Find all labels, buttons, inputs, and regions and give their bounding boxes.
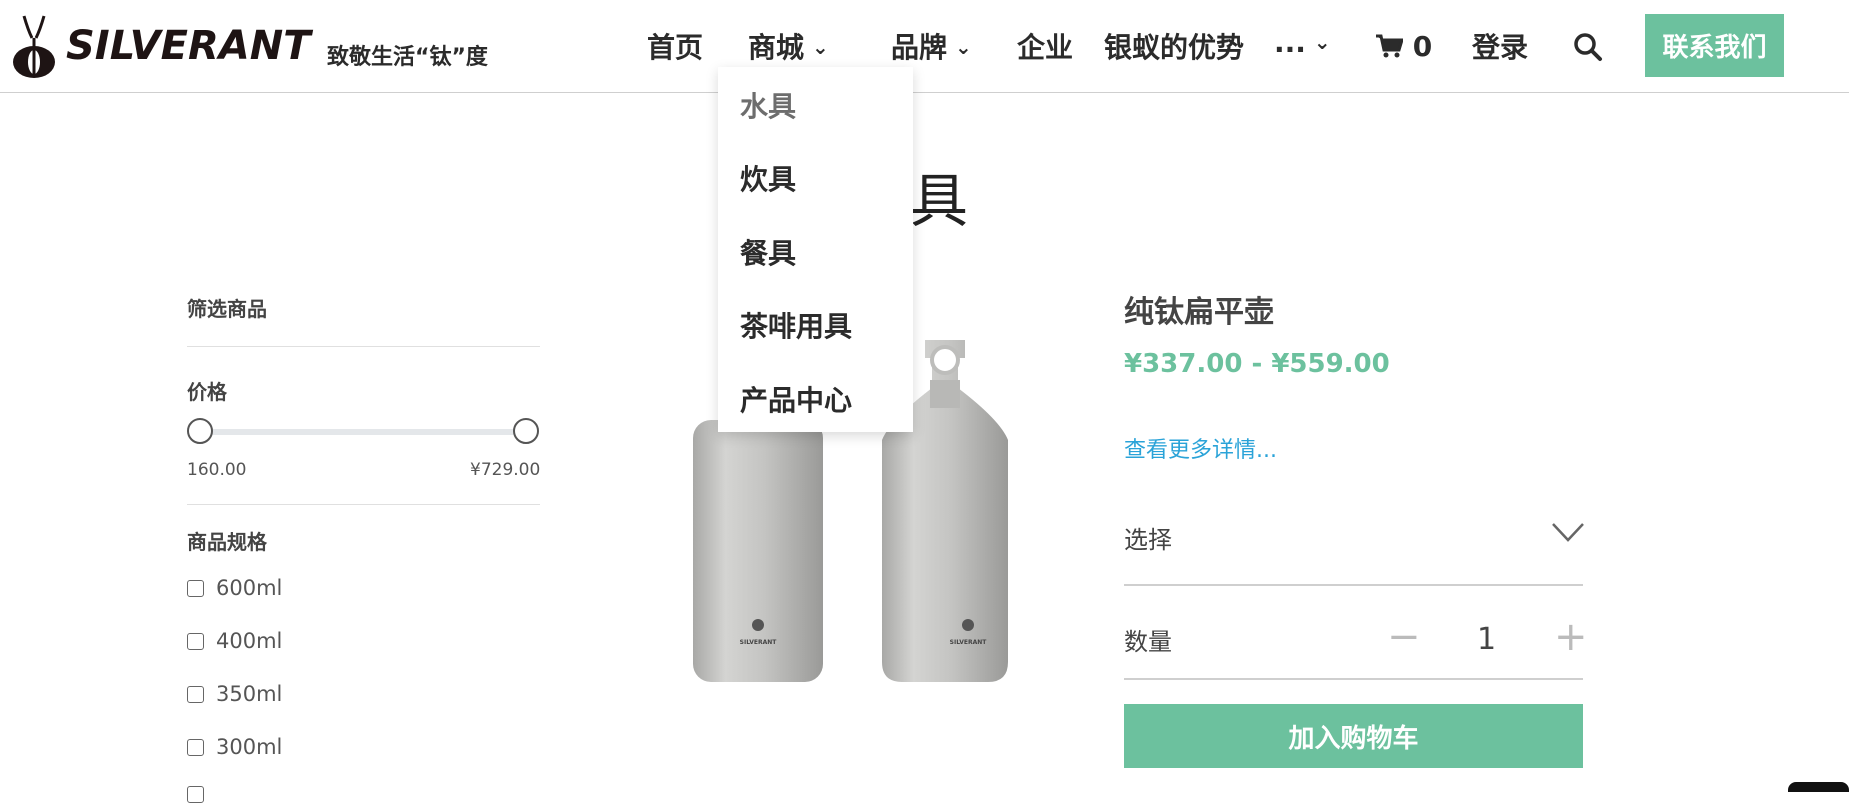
logo[interactable]: SILVERANT (10, 10, 310, 82)
spec-option[interactable]: 350ml (187, 682, 282, 706)
quantity-stepper: 数量 − 1 + (1124, 612, 1588, 680)
dropdown-item-tableware[interactable]: 餐具 (740, 232, 796, 272)
increase-button[interactable]: + (1554, 614, 1588, 660)
price-slider-min-handle[interactable] (187, 418, 213, 444)
spec-option-label: 600ml (216, 576, 283, 600)
cart-count: 0 (1412, 30, 1433, 63)
quantity-label: 数量 (1124, 628, 1172, 656)
cart-icon (1376, 34, 1405, 58)
price-slider-max-handle[interactable] (513, 418, 539, 444)
spec-option[interactable] (187, 786, 216, 803)
login-link[interactable]: 登录 (1472, 26, 1528, 66)
nav-advantage[interactable]: 银蚁的优势 (1104, 26, 1244, 66)
checkbox[interactable] (187, 579, 204, 597)
price-filter-title: 价格 (187, 380, 227, 404)
spec-option[interactable]: 600ml (187, 576, 282, 600)
dropdown-item-cookware[interactable]: 炊具 (740, 158, 796, 198)
spec-option-label: 300ml (216, 735, 283, 759)
product-price: ¥337.00 - ¥559.00 (1124, 349, 1390, 379)
spec-option-label: 350ml (216, 682, 283, 706)
spec-option[interactable]: 400ml (187, 629, 282, 653)
dropdown-item-product-center[interactable]: 产品中心 (740, 379, 852, 419)
chevron-down-icon: ⌄ (955, 35, 972, 59)
add-to-cart-button[interactable]: 加入购物车 (1124, 704, 1583, 768)
brand-name: SILVERANT (66, 23, 311, 69)
price-min-value: 160.00 (187, 460, 247, 480)
checkbox[interactable] (187, 632, 204, 650)
spec-option[interactable]: 300ml (187, 735, 282, 759)
checkbox[interactable] (187, 738, 204, 756)
select-label: 选择 (1124, 526, 1172, 554)
chevron-down-icon: ⌄ (1313, 30, 1331, 54)
tagline: 致敬生活“钛”度 (327, 45, 488, 70)
price-slider-track[interactable] (200, 429, 526, 435)
divider (187, 346, 540, 347)
svg-text:SILVERANT: SILVERANT (740, 639, 778, 646)
contact-button[interactable]: 联系我们 (1645, 14, 1784, 77)
dropdown-item-water[interactable]: 水具 (740, 85, 796, 125)
page-title: 具 (910, 167, 969, 235)
checkbox[interactable] (187, 786, 204, 803)
chevron-down-icon: ⌄ (812, 35, 829, 59)
spec-option-label: 400ml (216, 629, 283, 653)
variant-select[interactable]: 选择 (1124, 512, 1584, 586)
decrease-button[interactable]: − (1387, 614, 1421, 660)
nav-brand[interactable]: 品牌 ⌄ (891, 26, 972, 66)
search-icon[interactable] (1573, 32, 1603, 62)
svg-text:SILVERANT: SILVERANT (950, 639, 988, 646)
more-details-link[interactable]: 查看更多详情... (1124, 432, 1277, 464)
shop-dropdown-menu: 水具 炊具 餐具 茶啡用具 产品中心 (718, 67, 913, 432)
divider (187, 504, 540, 505)
chat-widget[interactable] (1788, 782, 1849, 792)
nav-more[interactable]: ... ⌄ (1274, 26, 1331, 59)
product-name: 纯钛扁平壶 (1124, 295, 1274, 330)
site-header: SILVERANT 致敬生活“钛”度 首页 商城 ⌄ 品牌 ⌄ 企业 银蚁的优势 .… (0, 0, 1849, 93)
ant-logo-icon (13, 15, 55, 78)
chevron-down-icon (1552, 523, 1584, 542)
nav-shop[interactable]: 商城 ⌄ (748, 26, 829, 66)
nav-enterprise[interactable]: 企业 (1017, 26, 1073, 66)
spec-filter-title: 商品规格 (187, 530, 267, 554)
price-max-value: ¥729.00 (470, 460, 540, 480)
quantity-value[interactable]: 1 (1477, 622, 1496, 657)
checkbox[interactable] (187, 685, 204, 703)
cart-button[interactable]: 0 (1375, 30, 1432, 63)
nav-home[interactable]: 首页 (647, 26, 703, 66)
dropdown-item-tea-coffee[interactable]: 茶啡用具 (740, 305, 852, 345)
filter-title: 筛选商品 (187, 297, 267, 321)
